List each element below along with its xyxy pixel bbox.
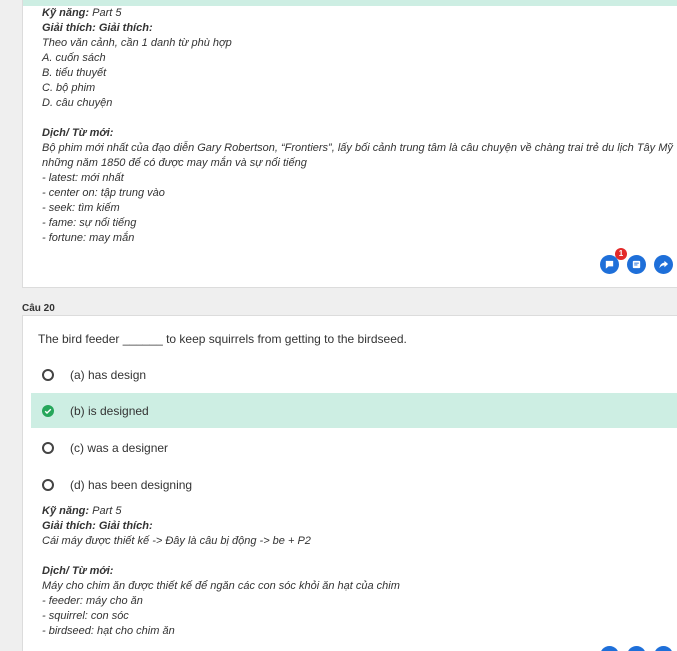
comment-icon xyxy=(605,260,614,269)
share-icon xyxy=(659,260,669,269)
reason-label: Giải thích: Giải thích: xyxy=(42,22,153,34)
share-button[interactable] xyxy=(654,646,673,651)
vocab-line: - center on: tập trung vào xyxy=(42,187,165,199)
share-button[interactable] xyxy=(654,255,673,274)
checkmark-icon xyxy=(44,408,52,414)
action-buttons: 1 xyxy=(600,248,673,274)
vocab-line: - feeder: máy cho ăn xyxy=(42,595,143,607)
question-text: The bird feeder ______ to keep squirrels… xyxy=(38,332,407,346)
check-circle-icon[interactable] xyxy=(42,404,54,417)
translation-text: Bộ phim mới nhất của đạo diễn Gary Rober… xyxy=(42,142,673,169)
comment-button[interactable]: 1 xyxy=(600,248,627,274)
explanation-block: Kỹ năng: Part 5 Giải thích: Giải thích: … xyxy=(42,6,677,246)
skill-line: Kỹ năng: Part 5 xyxy=(42,7,122,19)
option-d[interactable]: (d) has been designing xyxy=(31,467,677,502)
radio-button[interactable] xyxy=(42,368,54,381)
reason-label: Giải thích: Giải thích: xyxy=(42,520,153,532)
option-label: (a) has design xyxy=(70,367,147,382)
question-number: Câu 20 xyxy=(22,303,55,314)
radio-button[interactable] xyxy=(42,478,54,491)
translation-label: Dịch/ Từ mới: xyxy=(42,565,114,577)
radio-button[interactable] xyxy=(42,441,54,454)
vocab-line: - fortune: may mắn xyxy=(42,232,135,244)
reason-line: B. tiểu thuyết xyxy=(42,67,107,79)
explanation-block: Kỹ năng: Part 5 Giải thích: Giải thích: … xyxy=(42,504,677,639)
option-c[interactable]: (c) was a designer xyxy=(31,430,677,465)
note-button[interactable] xyxy=(627,255,646,274)
option-label: (c) was a designer xyxy=(70,440,169,455)
question-card: The bird feeder ______ to keep squirrels… xyxy=(22,315,677,651)
option-label: (d) has been designing xyxy=(70,477,193,492)
skill-line: Kỹ năng: Part 5 xyxy=(42,505,122,517)
note-icon xyxy=(632,260,641,269)
vocab-line: - latest: mới nhất xyxy=(42,172,124,184)
option-label: (b) is designed xyxy=(70,403,149,418)
reason-line: A. cuốn sách xyxy=(42,52,106,64)
option-a[interactable]: (a) has design xyxy=(31,357,677,392)
translation-label: Dịch/ Từ mới: xyxy=(42,127,114,139)
reason-line: C. bộ phim xyxy=(42,82,96,94)
vocab-line: - squirrel: con sóc xyxy=(42,610,129,622)
previous-question-card: Kỹ năng: Part 5 Giải thích: Giải thích: … xyxy=(22,0,677,288)
action-buttons xyxy=(600,646,673,651)
comment-count-badge: 1 xyxy=(615,248,627,260)
vocab-line: - birdseed: hạt cho chim ăn xyxy=(42,625,175,637)
vocab-line: - fame: sự nổi tiếng xyxy=(42,217,137,229)
reason-line: Cái máy được thiết kế -> Đây là câu bị đ… xyxy=(42,535,311,547)
translation-text: Máy cho chim ăn được thiết kế để ngăn cá… xyxy=(42,580,400,592)
vocab-line: - seek: tìm kiếm xyxy=(42,202,120,214)
note-button[interactable] xyxy=(627,646,646,651)
option-b[interactable]: (b) is designed xyxy=(31,393,677,428)
reason-line: Theo văn cảnh, cần 1 danh từ phù hợp xyxy=(42,37,232,49)
reason-line: D. câu chuyện xyxy=(42,97,113,109)
comment-button[interactable] xyxy=(600,646,619,651)
